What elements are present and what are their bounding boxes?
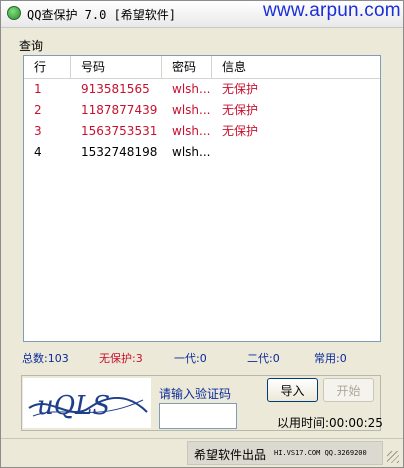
column-header-password[interactable]: 密码 — [162, 56, 212, 78]
cell-number: 1563753531 — [81, 124, 158, 138]
column-header-info[interactable]: 信息 — [212, 56, 380, 78]
captcha-input[interactable] — [159, 403, 237, 429]
cell-row: 2 — [34, 103, 42, 117]
table-row[interactable]: 3 1563753531 wlsh... 无保护 — [24, 121, 380, 142]
cell-password: wlsh... — [172, 103, 211, 117]
footer-contact: HI.VS17.COM QQ.3269200 — [274, 449, 367, 457]
resize-grip-icon[interactable] — [387, 451, 399, 463]
stat-first-gen: 一代:0 — [174, 352, 207, 365]
captcha-image[interactable]: uQLS — [23, 378, 151, 428]
captcha-label: 请输入验证码 — [159, 387, 232, 401]
title-bar[interactable]: QQ查保护 7.0 [希望软件] www.arpun.com — [1, 0, 403, 28]
column-header-row[interactable]: 行 — [24, 56, 71, 78]
cell-info: 无保护 — [222, 103, 259, 117]
window-title: QQ查保护 7.0 [希望软件] — [27, 8, 177, 22]
cell-number: 1532748198 — [81, 145, 158, 159]
cell-password: wlsh... — [172, 124, 211, 138]
cell-row: 1 — [34, 82, 42, 96]
list-header: 行 号码 密码 信息 — [24, 56, 380, 79]
stat-common: 常用:0 — [314, 352, 347, 365]
column-header-number[interactable]: 号码 — [71, 56, 162, 78]
cell-number: 1187877439 — [81, 103, 158, 117]
results-list[interactable]: 行 号码 密码 信息 1 913581565 wlsh... 无保护 2 118… — [23, 55, 381, 342]
cell-row: 4 — [34, 145, 42, 159]
status-bar: 希望软件出品 HI.VS17.COM QQ.3269200 — [187, 441, 383, 465]
cell-info: 无保护 — [222, 82, 259, 96]
elapsed-time: 以用时间:00:00:25 — [277, 416, 383, 430]
query-group-label: 查询 — [19, 39, 44, 53]
table-row[interactable]: 1 913581565 wlsh... 无保护 — [24, 79, 380, 100]
status-separator — [1, 438, 403, 439]
qq-app-icon — [7, 6, 21, 20]
cell-password: wlsh... — [172, 145, 211, 159]
table-row[interactable]: 4 1532748198 wlsh... — [24, 142, 380, 163]
captcha-text: uQLS — [37, 391, 110, 421]
stat-unprotected: 无保护:3 — [99, 352, 143, 365]
footer-brand: 希望软件出品 — [194, 448, 267, 462]
cell-info: 无保护 — [222, 124, 259, 138]
import-button[interactable]: 导入 — [267, 378, 318, 402]
app-window: QQ查保护 7.0 [希望软件] www.arpun.com 查询 行 号码 密… — [0, 0, 404, 468]
stat-total: 总数:103 — [22, 352, 69, 365]
cell-password: wlsh... — [172, 82, 211, 96]
stat-second-gen: 二代:0 — [247, 352, 280, 365]
cell-number: 913581565 — [81, 82, 150, 96]
cell-row: 3 — [34, 124, 42, 138]
table-row[interactable]: 2 1187877439 wlsh... 无保护 — [24, 100, 380, 121]
watermark-text: www.arpun.com — [263, 0, 401, 21]
cell-info — [212, 142, 380, 163]
captcha-graphic: uQLS — [28, 391, 148, 421]
start-button[interactable]: 开始 — [323, 378, 374, 402]
